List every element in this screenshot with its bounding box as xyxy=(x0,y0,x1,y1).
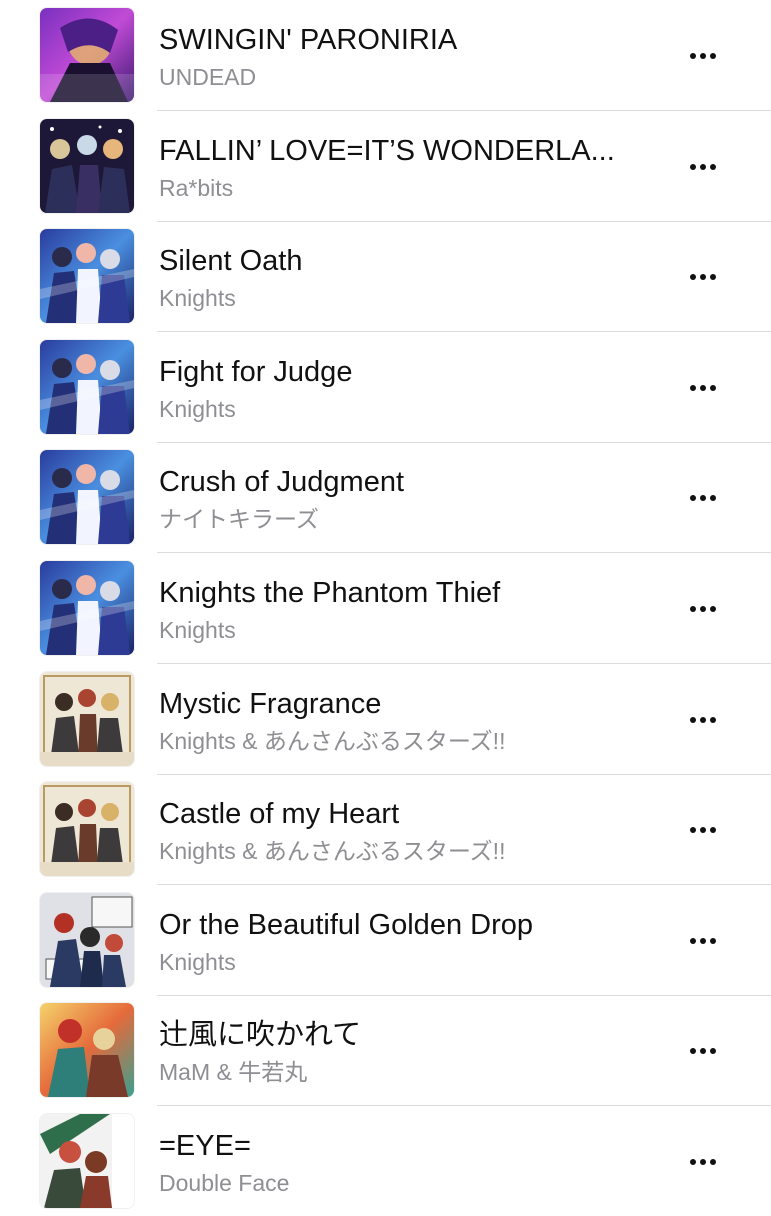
song-title: FALLIN’ LOVE=IT’S WONDERLA... xyxy=(159,135,615,167)
song-artist: Knights xyxy=(159,396,236,422)
song-artist: Ra*bits xyxy=(159,175,234,201)
more-options-button[interactable] xyxy=(680,1031,726,1071)
more-options-button[interactable] xyxy=(680,589,726,629)
song-row[interactable]: 辻風に吹かれて MaM & 牛若丸 xyxy=(0,995,771,1106)
song-title: Silent Oath xyxy=(159,245,303,277)
ellipsis-icon xyxy=(690,717,716,723)
album-artwork xyxy=(40,450,134,544)
album-artwork xyxy=(40,672,134,766)
more-options-button[interactable] xyxy=(680,368,726,408)
ellipsis-icon xyxy=(690,606,716,612)
song-title: =EYE= xyxy=(159,1130,251,1162)
ellipsis-icon xyxy=(690,495,716,501)
song-row[interactable]: FALLIN’ LOVE=IT’S WONDERLA... Ra*bits xyxy=(0,111,771,222)
more-options-button[interactable] xyxy=(680,810,726,850)
ellipsis-icon xyxy=(690,53,716,59)
song-artist: Knights xyxy=(159,949,236,975)
song-artist: Knights & あんさんぶるスターズ!! xyxy=(159,838,506,864)
song-artist: Knights & あんさんぶるスターズ!! xyxy=(159,728,506,754)
song-title: 辻風に吹かれて xyxy=(159,1019,362,1051)
album-artwork xyxy=(40,782,134,876)
album-artwork xyxy=(40,340,134,434)
song-row[interactable]: Crush of Judgment ナイトキラーズ xyxy=(0,442,771,553)
song-title: SWINGIN' PARONIRIA xyxy=(159,24,458,56)
album-artwork xyxy=(40,229,134,323)
more-options-button[interactable] xyxy=(680,36,726,76)
song-artist: ナイトキラーズ xyxy=(159,506,319,532)
song-title: Castle of my Heart xyxy=(159,798,400,830)
song-title: Crush of Judgment xyxy=(159,466,405,498)
more-options-button[interactable] xyxy=(680,147,726,187)
more-options-button[interactable] xyxy=(680,257,726,297)
song-row[interactable]: SWINGIN' PARONIRIA UNDEAD xyxy=(0,0,771,111)
song-title: Knights the Phantom Thief xyxy=(159,577,501,609)
song-row[interactable]: Silent Oath Knights xyxy=(0,221,771,332)
more-options-button[interactable] xyxy=(680,478,726,518)
song-artist: Double Face xyxy=(159,1170,290,1196)
ellipsis-icon xyxy=(690,1159,716,1165)
ellipsis-icon xyxy=(690,1048,716,1054)
ellipsis-icon xyxy=(690,274,716,280)
song-row[interactable]: Knights the Phantom Thief Knights xyxy=(0,553,771,664)
album-artwork xyxy=(40,561,134,655)
album-artwork xyxy=(40,119,134,213)
ellipsis-icon xyxy=(690,385,716,391)
song-artist: Knights xyxy=(159,285,236,311)
album-artwork xyxy=(40,893,134,987)
song-title: Mystic Fragrance xyxy=(159,688,382,720)
album-artwork xyxy=(40,1114,134,1208)
song-row[interactable]: Mystic Fragrance Knights & あんさんぶるスターズ!! xyxy=(0,664,771,775)
album-artwork xyxy=(40,1003,134,1097)
album-artwork xyxy=(40,8,134,102)
ellipsis-icon xyxy=(690,164,716,170)
song-artist: MaM & 牛若丸 xyxy=(159,1059,308,1085)
ellipsis-icon xyxy=(690,827,716,833)
more-options-button[interactable] xyxy=(680,700,726,740)
more-options-button[interactable] xyxy=(680,921,726,961)
song-artist: UNDEAD xyxy=(159,64,257,90)
song-title: Fight for Judge xyxy=(159,356,353,388)
more-options-button[interactable] xyxy=(680,1142,726,1182)
song-row[interactable]: Castle of my Heart Knights & あんさんぶるスターズ!! xyxy=(0,774,771,885)
song-title: Or the Beautiful Golden Drop xyxy=(159,909,533,941)
song-row[interactable]: Or the Beautiful Golden Drop Knights xyxy=(0,885,771,996)
song-artist: Knights xyxy=(159,617,236,643)
song-row[interactable]: Fight for Judge Knights xyxy=(0,332,771,443)
ellipsis-icon xyxy=(690,938,716,944)
